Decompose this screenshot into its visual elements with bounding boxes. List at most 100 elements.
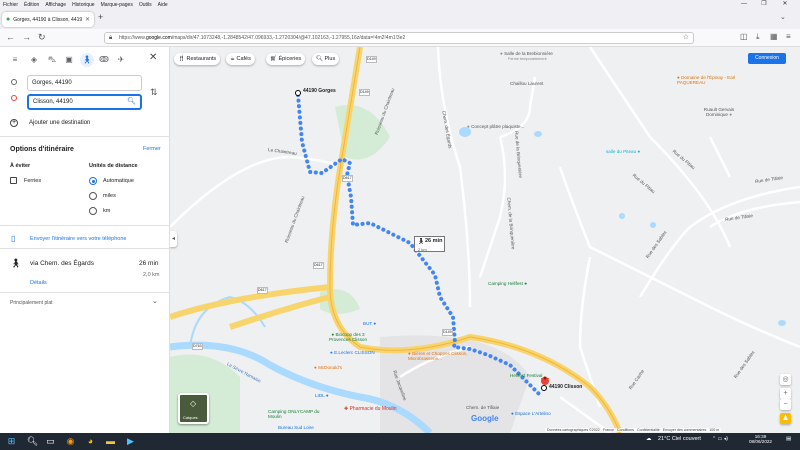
login-button[interactable]: Connexion	[748, 53, 786, 64]
poi-chaillou[interactable]: Chaillou Laurent	[510, 81, 543, 86]
poi-leclerc[interactable]: ● E.Leclerc CLISSON	[330, 350, 375, 355]
chip-groceries[interactable]: 🛒︎ Épiceries	[266, 53, 306, 65]
poi-bureau-sud-loire[interactable]: Bureau Sud Loire	[278, 425, 314, 430]
poi-but[interactable]: BUT ●	[363, 321, 376, 326]
collapse-panel-button[interactable]: ◂	[170, 231, 177, 247]
minimize-icon[interactable]: —	[736, 0, 752, 9]
poi-pharmacie[interactable]: ✚ Pharmacie du Moulin	[344, 407, 397, 412]
tab-close-icon[interactable]: ✕	[85, 16, 90, 23]
extension-icon[interactable]: ▦	[770, 32, 778, 41]
poi-bieres-choppes[interactable]: ● Bières et Choppes Clisson, Microbrasse…	[408, 351, 478, 361]
windows-start-icon[interactable]: ⊞	[5, 435, 18, 448]
menu-file[interactable]: Fichier	[3, 2, 18, 8]
search-icon[interactable]: 🔍︎	[26, 435, 39, 448]
map-feedback-link[interactable]: Envoyer des commentaires	[663, 428, 707, 432]
flight-icon[interactable]: ✈	[114, 53, 128, 67]
maximize-icon[interactable]: ❐	[756, 0, 772, 9]
car-icon[interactable]: ⛍	[45, 53, 59, 67]
forward-button[interactable]: →	[22, 32, 31, 42]
best-mode-icon[interactable]: ◈	[27, 53, 41, 67]
firefox-icon[interactable]: ◉	[64, 435, 77, 448]
poi-pin-icon: ●	[500, 51, 503, 56]
close-window-icon[interactable]: ✕	[777, 0, 793, 9]
download-icon[interactable]: ⤓	[756, 32, 760, 42]
chip-more-label: Plus	[324, 56, 336, 62]
file-explorer-icon[interactable]: ▬	[104, 435, 117, 448]
add-destination-row[interactable]: + Ajouter une destination	[10, 119, 90, 127]
chip-more[interactable]: 🔍︎ Plus	[312, 53, 340, 65]
poi-mcdonalds[interactable]: ● McDonald's	[314, 365, 342, 370]
back-button[interactable]: ←	[6, 32, 15, 42]
poi-camping-hellfest[interactable]: Camping Hellfest ●	[488, 281, 527, 286]
reload-button[interactable]: ↻	[38, 32, 46, 43]
units-miles-radio[interactable]	[89, 192, 97, 200]
bicycle-icon[interactable]: ↂ	[97, 53, 111, 67]
my-location-button[interactable]: ◎	[780, 374, 791, 385]
poi-ruault[interactable]: Ruault Gervais Dominique ●	[694, 107, 744, 117]
destination-input[interactable]: Clisson, 44190 🔍︎	[27, 94, 142, 110]
app-menu-icon[interactable]: ≡	[786, 32, 791, 41]
street-view-pegman-icon[interactable]: ♟	[780, 413, 791, 424]
menu-hamburger-icon[interactable]: ≡	[8, 53, 22, 67]
map-privacy-link[interactable]: Confidentialité	[637, 428, 660, 432]
units-km-radio[interactable]	[89, 207, 97, 215]
route-via: via Chem. des Égards	[30, 260, 94, 267]
browser-tab[interactable]: ● Gorges, 44190 à Clisson, 44190 - Go ✕	[2, 12, 94, 27]
poi-salle-piteau[interactable]: salle du Piteau ●	[606, 149, 640, 154]
send-to-phone-label: Envoyer l'itinéraire vers votre téléphon…	[30, 236, 127, 242]
chip-restaurants[interactable]: 🍴︎ Restaurants	[174, 53, 221, 65]
poi-concept-platre[interactable]: ● Concept plâtre plaquiste...	[467, 124, 527, 129]
poi-onlycamp[interactable]: Camping ONLYCAMP du Moulin	[268, 409, 326, 419]
menu-edit[interactable]: Édition	[24, 2, 39, 8]
weather-text[interactable]: 21°C Ciel couvert	[658, 436, 701, 442]
menu-history[interactable]: Historique	[72, 2, 95, 8]
walking-icon[interactable]: 🚶︎	[80, 53, 94, 67]
poi-pin-icon: ✚	[344, 406, 349, 412]
menu-view[interactable]: Affichage	[45, 2, 66, 8]
ferries-checkbox[interactable]	[10, 177, 17, 184]
route-details-link[interactable]: Détails	[30, 280, 47, 286]
menu-tools[interactable]: Outils	[139, 2, 152, 8]
task-view-icon[interactable]: ▭	[44, 435, 57, 448]
weather-icon[interactable]: ☁	[646, 436, 652, 442]
close-options-button[interactable]: Fermer	[143, 146, 161, 152]
origin-input[interactable]: Gorges, 44190	[27, 75, 142, 91]
poi-lidl[interactable]: LIDL ●	[315, 393, 329, 398]
url-bar[interactable]: 🔒︎ https://www.google.com/maps/dir/47.10…	[104, 32, 694, 44]
poi-biocoop[interactable]: ● Biocoop des 3 Provences Clisson	[320, 332, 376, 342]
route-option[interactable]: 🚶︎ via Chem. des Égards 26 min 2,0 km Dé…	[0, 252, 170, 290]
map-region[interactable]: France	[603, 428, 614, 432]
route-summary-row[interactable]: Principalement plat ⌄	[0, 296, 170, 308]
menu-bookmarks[interactable]: Marque-pages	[101, 2, 133, 8]
poi-domaine-epinay[interactable]: ● Domaine de l'Épinay - Earl PAQUEREAU	[677, 75, 747, 85]
new-tab-button[interactable]: +	[98, 12, 103, 22]
clock[interactable]: 16:39 08/06/2022	[749, 434, 772, 444]
zoom-out-button[interactable]: −	[780, 399, 791, 410]
map-scale[interactable]: 100 m	[709, 428, 719, 432]
tab-list-icon[interactable]: ⌄	[780, 13, 786, 21]
media-player-icon[interactable]: ▶	[124, 435, 137, 448]
map-area[interactable]: 🍴︎ Restaurants ☕︎ Cafés 🛒︎ Épiceries 🔍︎ …	[170, 47, 800, 433]
close-directions-button[interactable]: ✕	[149, 52, 157, 63]
send-to-phone-row[interactable]: ▯ Envoyer l'itinéraire vers votre téléph…	[0, 232, 170, 246]
notification-icon[interactable]: ▤	[786, 436, 791, 442]
units-automatic-radio[interactable]	[89, 177, 97, 185]
zoom-in-button[interactable]: +	[780, 388, 791, 399]
poi-hellfest[interactable]: Hellfest Festival	[510, 373, 542, 378]
bookmark-star-icon[interactable]: ☆	[683, 33, 689, 43]
poi-salle-brebionniere[interactable]: ● Salle de la Brebionnière	[500, 51, 553, 56]
system-tray-icons[interactable]: ⌃ ▭ ◂)	[712, 436, 728, 442]
route-time-callout[interactable]: 🚶︎ 26 min 2 km	[414, 236, 445, 252]
transit-icon[interactable]: ▣	[62, 53, 76, 67]
poi-espace-artelino[interactable]: ● Espace L'Artelino	[511, 411, 551, 416]
url-host: google.com	[145, 35, 172, 41]
swap-icon[interactable]: ⇅	[150, 87, 158, 98]
poi-pharmacie-label: Pharmacie du Moulin	[349, 406, 397, 412]
chip-cafes[interactable]: ☕︎ Cafés	[226, 53, 255, 65]
map-terms-link[interactable]: Conditions	[617, 428, 634, 432]
pocket-icon[interactable]: ◫	[740, 32, 748, 41]
layers-button[interactable]: ◇ Calques	[178, 393, 209, 424]
chrome-icon[interactable]: ◕	[84, 435, 97, 448]
search-icon[interactable]: 🔍︎	[127, 96, 136, 108]
menu-help[interactable]: Aide	[158, 2, 168, 8]
